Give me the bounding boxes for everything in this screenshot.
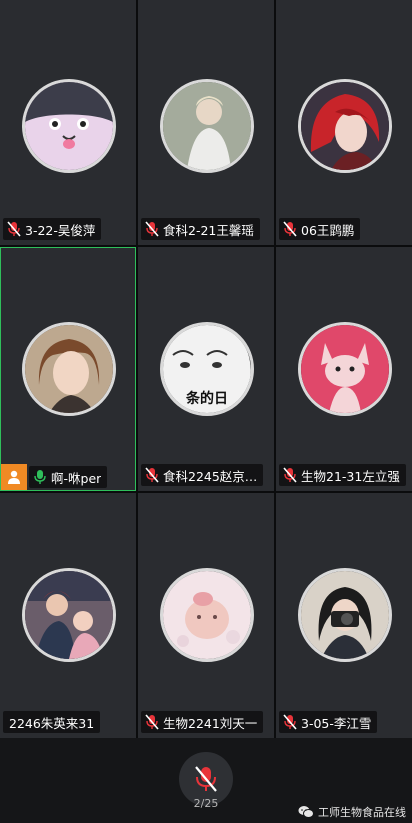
host-badge bbox=[1, 464, 27, 490]
watermark: 工师生物食品在线 bbox=[298, 804, 406, 820]
participant-nameplate: 食科2245赵京… bbox=[141, 464, 264, 486]
participant-nameplate: 3-05-李江雪 bbox=[279, 711, 378, 733]
bottom-toolbar: 2/25 工师生物食品在线 bbox=[0, 738, 412, 823]
participant-name: 食科2-21王馨瑶 bbox=[163, 222, 254, 238]
microphone-muted-icon bbox=[283, 714, 297, 730]
participant-nameplate: 食科2-21王馨瑶 bbox=[141, 218, 260, 240]
avatar bbox=[22, 322, 116, 416]
participant-name: 2246朱英来31 bbox=[9, 715, 95, 731]
microphone-muted-icon bbox=[145, 467, 159, 483]
participant-name: 啊-咻per bbox=[51, 470, 102, 486]
microphone-muted-icon bbox=[7, 221, 21, 237]
participant-tile[interactable]: 生物2241刘天一 bbox=[138, 493, 274, 738]
participant-name: 06王鹍鹏 bbox=[301, 222, 355, 238]
microphone-muted-icon bbox=[283, 467, 297, 483]
participant-name: 食科2245赵京… bbox=[163, 468, 258, 484]
avatar bbox=[160, 79, 254, 173]
microphone-active-icon bbox=[34, 470, 46, 484]
participant-nameplate: 生物2241刘天一 bbox=[141, 711, 264, 733]
participant-tile[interactable]: 3-05-李江雪 bbox=[276, 493, 412, 738]
participant-tile-speaking[interactable]: 啊-咻per bbox=[0, 247, 136, 491]
participant-tile[interactable]: 3-22-吴俊萍 bbox=[0, 0, 136, 245]
microphone-muted-icon bbox=[145, 221, 159, 237]
participant-name: 生物21-31左立强 bbox=[301, 468, 400, 484]
avatar bbox=[298, 568, 392, 662]
participant-name: 3-05-李江雪 bbox=[301, 715, 372, 731]
video-grid: 3-22-吴俊萍 食科2-21王馨瑶 06王鹍鹏 啊-咻per 条的日 食科22… bbox=[0, 0, 412, 738]
participant-name: 3-22-吴俊萍 bbox=[25, 222, 96, 238]
watermark-text: 工师生物食品在线 bbox=[318, 806, 406, 819]
participant-tile[interactable]: 条的日 食科2245赵京… bbox=[138, 247, 274, 491]
avatar bbox=[298, 79, 392, 173]
microphone-muted-icon bbox=[283, 221, 297, 237]
participant-tile[interactable]: 2246朱英来31 bbox=[0, 493, 136, 738]
participant-tile[interactable]: 生物21-31左立强 bbox=[276, 247, 412, 491]
participant-nameplate: 06王鹍鹏 bbox=[279, 218, 361, 240]
microphone-muted-icon bbox=[195, 766, 217, 792]
participant-nameplate: 3-22-吴俊萍 bbox=[3, 218, 102, 240]
avatar: 条的日 bbox=[160, 322, 254, 416]
participant-tile[interactable]: 食科2-21王馨瑶 bbox=[138, 0, 274, 245]
participant-nameplate: 生物21-31左立强 bbox=[279, 464, 406, 486]
participant-nameplate: 啊-咻per bbox=[29, 466, 108, 488]
wechat-icon bbox=[298, 806, 314, 818]
participant-nameplate: 2246朱英来31 bbox=[3, 711, 101, 733]
participant-tile[interactable]: 06王鹍鹏 bbox=[276, 0, 412, 245]
avatar bbox=[298, 322, 392, 416]
participant-name: 生物2241刘天一 bbox=[163, 715, 258, 731]
microphone-muted-icon bbox=[145, 714, 159, 730]
avatar bbox=[22, 79, 116, 173]
avatar-caption: 条的日 bbox=[185, 390, 228, 407]
avatar bbox=[160, 568, 254, 662]
person-icon bbox=[8, 470, 20, 484]
avatar bbox=[22, 568, 116, 662]
